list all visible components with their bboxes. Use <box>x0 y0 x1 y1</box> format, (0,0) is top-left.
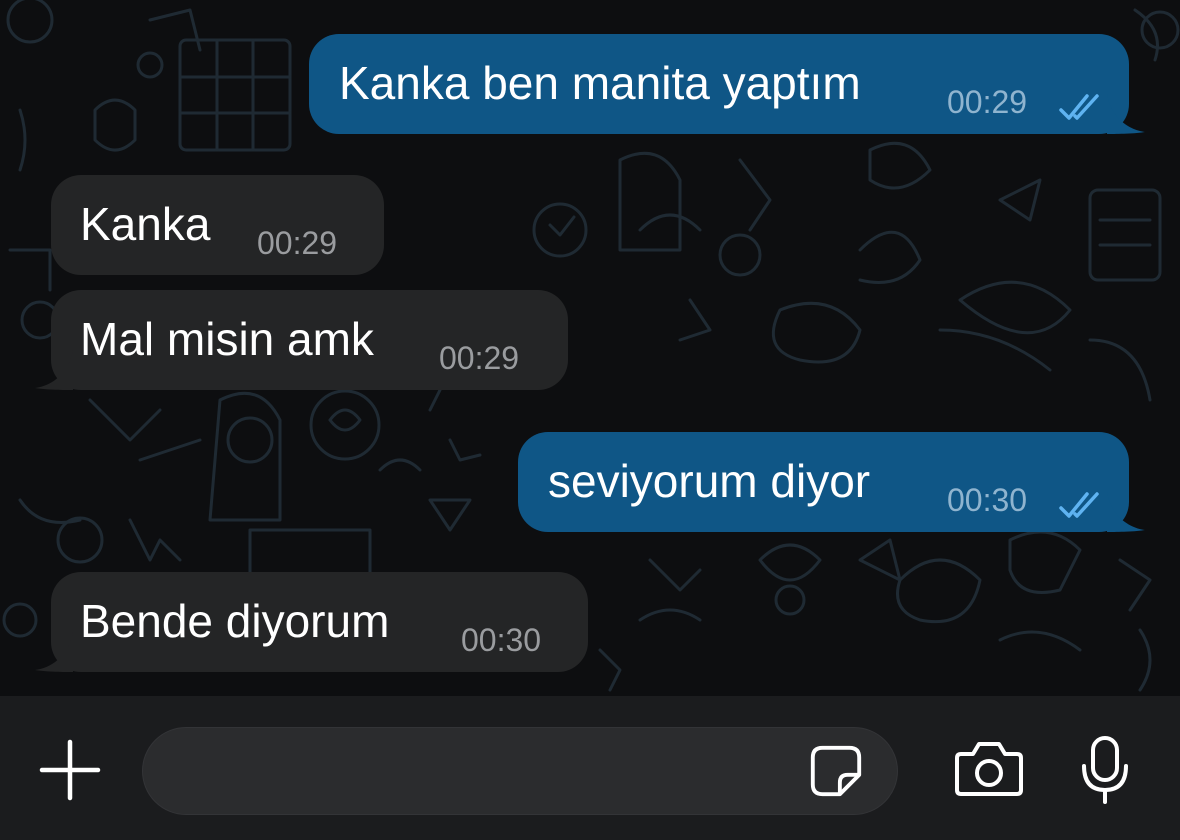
message-text: Mal misin amk <box>80 313 374 365</box>
read-receipt-icon <box>1059 492 1099 518</box>
message-bubble-outgoing[interactable]: Kanka ben manita yaptım 00:29 <box>309 34 1145 134</box>
chat-screen: Kanka ben manita yaptım 00:29 Kanka 00:2… <box>0 0 1180 840</box>
message-timestamp: 00:30 <box>947 482 1028 518</box>
message-composer <box>0 696 1180 840</box>
message-text: Kanka ben manita yaptım <box>339 57 861 109</box>
message-timestamp: 00:29 <box>947 84 1028 120</box>
message-input-field[interactable] <box>142 727 898 815</box>
message-bubble-outgoing[interactable]: seviyorum diyor 00:30 <box>518 432 1145 532</box>
microphone-icon[interactable] <box>1079 734 1131 806</box>
message-text: Bende diyorum <box>80 595 390 647</box>
message-bubble-incoming[interactable]: Mal misin amk 00:29 <box>35 290 568 390</box>
message-bubble-incoming[interactable]: Kanka 00:29 <box>51 175 384 275</box>
read-receipt-icon <box>1059 94 1099 120</box>
plus-icon[interactable] <box>38 738 102 802</box>
camera-icon[interactable] <box>953 738 1025 798</box>
message-list[interactable]: Kanka ben manita yaptım 00:29 Kanka 00:2… <box>0 0 1180 696</box>
bubble-tail <box>1107 492 1145 532</box>
bubble-tail <box>35 632 73 672</box>
message-timestamp: 00:30 <box>461 622 542 658</box>
message-text: Kanka <box>80 198 211 250</box>
message-input[interactable] <box>173 748 797 796</box>
sticker-icon[interactable] <box>807 742 865 800</box>
message-timestamp: 00:29 <box>439 340 520 376</box>
message-bubble-incoming[interactable]: Bende diyorum 00:30 <box>35 572 588 672</box>
bubble-tail <box>1107 94 1145 134</box>
message-text: seviyorum diyor <box>548 455 871 507</box>
bubble-tail <box>35 350 73 390</box>
message-timestamp: 00:29 <box>257 225 338 261</box>
